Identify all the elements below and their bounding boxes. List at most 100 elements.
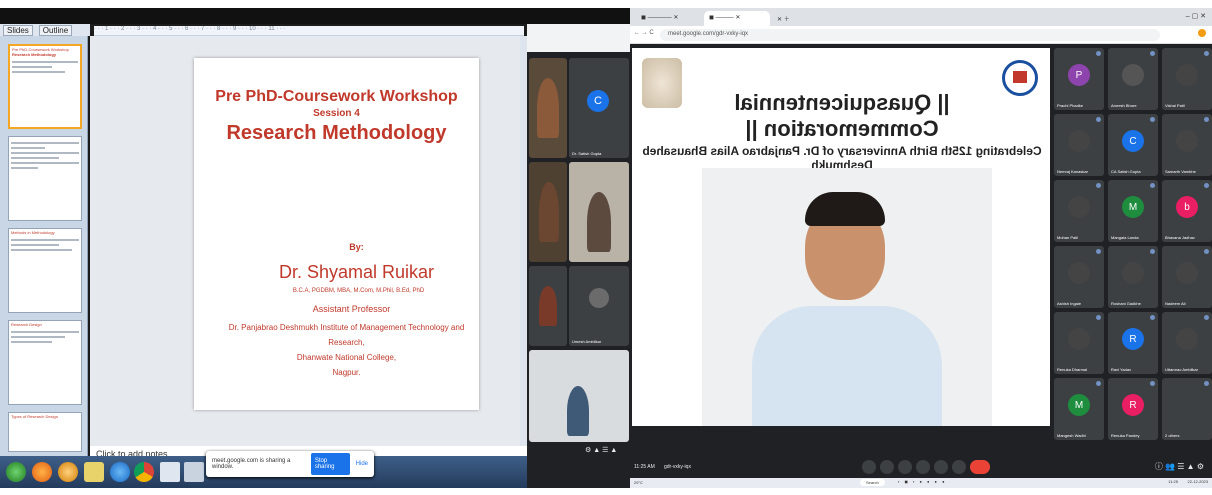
mic-muted-icon	[1150, 183, 1155, 188]
participant-avatar	[1122, 262, 1144, 284]
participant-avatar	[1176, 64, 1198, 86]
profile-avatar[interactable]	[1198, 29, 1206, 37]
thumb-sub: Research Methodology	[12, 51, 57, 57]
presentation-thumbnail[interactable]	[529, 350, 629, 442]
speaker-hair	[805, 192, 885, 226]
more-icon[interactable]	[952, 460, 966, 474]
address-bar: ← → C meet.google.com/gdr-vxky-iqx	[630, 26, 1212, 44]
slide-thumb-5[interactable]: Types of Research Design	[8, 412, 82, 452]
meet-participant-strip: C Dr. Satish Gupta Umesh Ambilkar ⚙ ▲ ☰ …	[527, 24, 630, 488]
participant-video	[537, 78, 559, 138]
tab-slides[interactable]: Slides	[3, 24, 33, 36]
participant-tile[interactable]: M Mangala Landa	[1108, 180, 1158, 242]
sharing-notification: meet.google.com is sharing a window. Sto…	[206, 451, 374, 477]
slide-thumb-4[interactable]: Research Design	[8, 320, 82, 405]
meet-controls[interactable]: ⚙ ▲ ☰ ▲	[585, 446, 617, 454]
slide-institute: Dr. Panjabrao Deshmukh Institute of Mana…	[194, 320, 479, 380]
hide-button[interactable]: Hide	[356, 461, 368, 467]
participant-tile[interactable]: Amresh Bhure	[1108, 48, 1158, 110]
participant-tile[interactable]: Mohan Patil	[1054, 180, 1104, 242]
participant-tile[interactable]: b Bhavana Jadhav	[1162, 180, 1212, 242]
participant-tile[interactable]: P Prachi Phadke	[1054, 48, 1104, 110]
participant-tile[interactable]: C CA Satish Gupta	[1108, 114, 1158, 176]
participant-avatar	[589, 288, 609, 308]
mic-muted-icon	[1096, 315, 1101, 320]
participant-tile[interactable]: Uttamrao Ambilkar	[1162, 312, 1212, 374]
slide-thumb-1[interactable]: Pre PhD-Coursework Workshop Research Met…	[8, 44, 82, 129]
participant-tile[interactable]: M Mangesh Wadhi	[1054, 378, 1104, 440]
participant-tile[interactable]: 2 others	[1162, 378, 1212, 440]
participant-grid: P Prachi Phadke Amresh Bhure Vishal Patil Ne…	[1054, 48, 1212, 456]
camera-icon[interactable]	[880, 460, 894, 474]
participant-avatar: P	[1068, 64, 1090, 86]
mic-muted-icon	[1150, 51, 1155, 56]
stop-sharing-button[interactable]: Stop sharing	[310, 453, 350, 475]
mic-muted-icon	[1204, 381, 1209, 386]
app-icon[interactable]	[184, 462, 204, 482]
slide-thumb-3[interactable]: Methods in Methodology	[8, 228, 82, 313]
participant-tile[interactable]: R Renuka Pandey	[1108, 378, 1158, 440]
meeting-code: gdr-vxky-iqx	[664, 464, 691, 470]
participant-tile[interactable]	[569, 162, 629, 262]
browser-tab-active[interactable]: ◼ ——— ✕	[704, 11, 770, 26]
participant-avatar: C	[1122, 130, 1144, 152]
meeting-controls: 11:25 AM gdr-vxky-iqx ⓘ 👥 ☰ ▲ ⚙	[630, 456, 1212, 478]
participant-name: Nadeem Ali	[1165, 301, 1186, 306]
institute-line: Nagpur.	[332, 368, 361, 377]
participant-tile[interactable]: Roshani Gadkhe	[1108, 246, 1158, 308]
presenter-video	[567, 386, 589, 436]
pane-tabs: Slides Outline	[0, 24, 90, 36]
participant-tile[interactable]	[529, 58, 567, 158]
participant-name: Vishal Patil	[1165, 103, 1185, 108]
browser-tab[interactable]: ◼ ———— ✕	[636, 11, 702, 26]
nav-arrows-icon[interactable]: ← → C	[634, 30, 654, 36]
present-icon[interactable]	[934, 460, 948, 474]
participant-tile[interactable]: C Dr. Satish Gupta	[569, 58, 629, 158]
participant-tile[interactable]: Ashish Ingale	[1054, 246, 1104, 308]
url-field[interactable]: meet.google.com/gdr-vxky-iqx	[660, 29, 1160, 41]
participant-tile[interactable]: Vishal Patil	[1162, 48, 1212, 110]
mic-muted-icon	[1096, 249, 1101, 254]
participant-tile[interactable]: R Ravi Yadav	[1108, 312, 1158, 374]
slide-thumbnails[interactable]: Pre PhD-Coursework Workshop Research Met…	[0, 36, 88, 456]
participant-tile[interactable]: Nemraj Kanaskar	[1054, 114, 1104, 176]
hand-icon[interactable]	[916, 460, 930, 474]
powerpoint-ribbon	[0, 8, 630, 24]
mic-muted-icon	[1204, 117, 1209, 122]
document-icon[interactable]	[160, 462, 180, 482]
slide-thumb-2[interactable]	[8, 136, 82, 221]
meeting-time: 11:25 AM	[634, 464, 655, 470]
mic-icon[interactable]	[862, 460, 876, 474]
participant-avatar	[1068, 196, 1090, 218]
taskbar-apps[interactable]: ▪ ◼ ▪ ● ● ● ●	[898, 479, 947, 484]
participant-name: Prachi Phadke	[1057, 103, 1084, 108]
current-slide[interactable]: Pre PhD-Coursework Workshop Session 4 Re…	[194, 58, 479, 410]
chrome-icon[interactable]	[134, 462, 154, 482]
slide-session: Session 4	[313, 108, 360, 119]
participant-avatar: C	[587, 90, 609, 112]
participant-tile[interactable]	[529, 266, 567, 346]
folder-icon[interactable]	[84, 462, 104, 482]
leave-call-button[interactable]	[970, 460, 990, 474]
participant-tile[interactable]: Renuka Dharmal	[1054, 312, 1104, 374]
mic-muted-icon	[1150, 117, 1155, 122]
ie-icon[interactable]	[110, 462, 130, 482]
media-icon[interactable]	[58, 462, 78, 482]
vertical-scrollbar[interactable]	[520, 36, 527, 446]
participant-name: Roshani Gadkhe	[1111, 301, 1141, 306]
participant-tile[interactable]: Nadeem Ali	[1162, 246, 1212, 308]
participant-tile[interactable]: Umesh Ambilkar	[569, 266, 629, 346]
slide-editor[interactable]: Pre PhD-Coursework Workshop Session 4 Re…	[90, 36, 527, 446]
new-tab-button[interactable]: ✕ ＋	[772, 11, 802, 26]
taskbar-search[interactable]: Search	[860, 479, 885, 486]
meeting-side-icons[interactable]: ⓘ 👥 ☰ ▲ ⚙	[1155, 461, 1204, 472]
captions-icon[interactable]	[898, 460, 912, 474]
tab-outline[interactable]: Outline	[38, 24, 73, 36]
start-icon[interactable]	[6, 462, 26, 482]
firefox-icon[interactable]	[32, 462, 52, 482]
date: 22-12-2023	[1187, 479, 1208, 484]
window-controls[interactable]: – ▢ ✕	[1186, 12, 1206, 20]
participant-avatar	[1176, 394, 1198, 416]
participant-tile[interactable]: Samarth Vambhe	[1162, 114, 1212, 176]
participant-tile[interactable]	[529, 162, 567, 262]
